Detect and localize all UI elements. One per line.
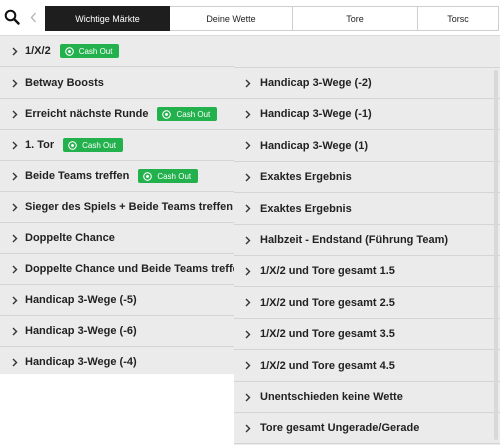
tab-0[interactable]: Wichtige Märkte [45,6,170,31]
tab-2[interactable]: Tore [293,6,418,31]
chevron-right-icon [12,327,18,335]
market-label: Doppelte Chance [25,232,115,244]
market-label: Betway Boosts [25,77,104,89]
chevron-right-icon [245,361,251,370]
market-row-left[interactable]: Handicap 3-Wege (-6) [0,316,234,347]
market-label: 1/X/2 und Tore gesamt 3.5 [260,328,395,341]
cash-out-icon [162,109,172,119]
market-list-left: 1/X/2 Cash Out Betway Boosts Erreicht nächs… [0,36,234,374]
cash-out-icon [143,171,153,181]
market-tabs: Wichtige Märkte Deine Wette Tore Torsc [45,6,499,31]
cash-out-label: Cash Out [176,109,211,119]
chevron-right-icon [12,141,18,149]
market-row-right[interactable]: 1/X/2 und Tore gesamt 1.5 [234,256,500,288]
chevron-right-icon [12,234,18,242]
chevron-right-icon [12,172,18,180]
market-label: Handicap 3-Wege (-6) [25,325,137,337]
market-row-left[interactable]: 1/X/2 Cash Out [0,36,234,67]
chevron-right-icon [12,79,18,87]
market-row-right[interactable]: Exaktes Ergebnis [234,194,500,225]
chevron-right-icon [245,298,251,307]
market-tab-bar: Wichtige Märkte Deine Wette Tore Torsc [0,0,500,36]
market-row-left[interactable]: Handicap 3-Wege (-4) [0,347,234,374]
cash-out-label: Cash Out [82,140,116,150]
chevron-right-icon [12,296,18,304]
market-row-left[interactable]: Beide Teams treffen Cash Out [0,161,234,192]
market-label: Beide Teams treffen [25,170,130,182]
market-row-right[interactable]: Handicap 3-Wege (1) [234,131,500,162]
market-label: Handicap 3-Wege (1) [260,139,368,152]
market-label: 1/X/2 und Tore gesamt 2.5 [260,296,395,309]
chevron-right-icon [12,265,18,273]
cash-out-label: Cash Out [78,46,113,56]
chevron-right-icon [245,173,251,182]
market-label: Handicap 3-Wege (-2) [260,77,372,89]
cash-out-icon [68,140,77,150]
market-label: 1/X/2 und Tore gesamt 1.5 [260,265,395,278]
chevron-right-icon [12,47,18,55]
market-row-left[interactable]: Erreicht nächste Runde Cash Out [0,99,234,130]
market-label: Doppelte Chance und Beide Teams treffen [25,263,234,275]
chevron-right-icon [245,267,251,276]
market-label: Sieger des Spiels + Beide Teams treffen [25,201,233,213]
market-row-left[interactable]: Doppelte Chance [0,223,234,254]
scrollbar[interactable] [494,70,498,440]
chevron-right-icon [245,110,251,119]
chevron-right-icon [245,330,251,339]
market-label: Tore gesamt Ungerade/Gerade [260,422,420,435]
chevron-right-icon [245,141,251,150]
market-label: Exaktes Ergebnis [260,202,352,215]
market-list-right: Handicap 3-Wege (-2) Handicap 3-Wege (-1)… [234,68,500,445]
chevron-left-icon [30,12,36,23]
market-label: Unentschieden keine Wette [260,391,403,403]
market-row-right[interactable]: 1/X/2 und Tore gesamt 2.5 [234,288,500,319]
chevron-right-icon [245,424,251,433]
market-row-left[interactable]: Doppelte Chance und Beide Teams treffen [0,254,234,285]
market-label: 1/X/2 und Tore gesamt 4.5 [260,359,395,372]
cash-out-badge: Cash Out [59,44,120,58]
cash-out-badge: Cash Out [63,138,123,152]
tab-1[interactable]: Deine Wette [170,6,293,31]
market-row-right[interactable]: Halbzeit - Endstand (Führung Team) [234,225,500,256]
market-row-right[interactable]: 1/X/2 und Tore gesamt 4.5 [234,351,500,382]
market-label: Halbzeit - Endstand (Führung Team) [260,234,449,246]
market-label: Handicap 3-Wege (-5) [25,294,137,306]
market-row-left[interactable]: Sieger des Spiels + Beide Teams treffen [0,192,234,223]
market-row-right[interactable]: Tore gesamt Ungerade/Gerade [234,413,500,445]
cash-out-badge: Cash Out [138,169,199,183]
cash-out-icon [64,46,74,56]
market-row-left[interactable]: Handicap 3-Wege (-5) [0,285,234,316]
cash-out-badge: Cash Out [157,107,218,121]
chevron-right-icon [12,358,18,366]
chevron-right-icon [245,79,251,87]
market-row-left[interactable]: 1. Tor Cash Out [0,130,234,161]
chevron-right-icon [12,203,18,211]
market-label: 1/X/2 [25,45,51,57]
tabs-scroll-left-button[interactable] [24,4,42,31]
market-row-right[interactable]: Handicap 3-Wege (-1) [234,99,500,131]
chevron-right-icon [245,236,251,244]
market-label: Handicap 3-Wege (-4) [25,356,137,368]
market-label: Handicap 3-Wege (-1) [260,108,372,121]
cash-out-label: Cash Out [157,171,192,181]
list-header-strip [234,36,500,68]
market-row-right[interactable]: 1/X/2 und Tore gesamt 3.5 [234,319,500,351]
market-row-right[interactable]: Handicap 3-Wege (-2) [234,68,500,99]
tab-3[interactable]: Torsc [418,6,499,31]
chevron-right-icon [12,110,18,118]
market-row-right[interactable]: Exaktes Ergebnis [234,162,500,194]
market-label: 1. Tor [25,139,55,151]
market-label: Exaktes Ergebnis [260,171,352,184]
market-label: Erreicht nächste Runde [25,108,149,120]
search-icon[interactable] [4,9,20,25]
market-row-left[interactable]: Betway Boosts [0,68,234,99]
chevron-right-icon [245,393,251,401]
chevron-right-icon [245,204,251,213]
market-row-right[interactable]: Unentschieden keine Wette [234,382,500,413]
